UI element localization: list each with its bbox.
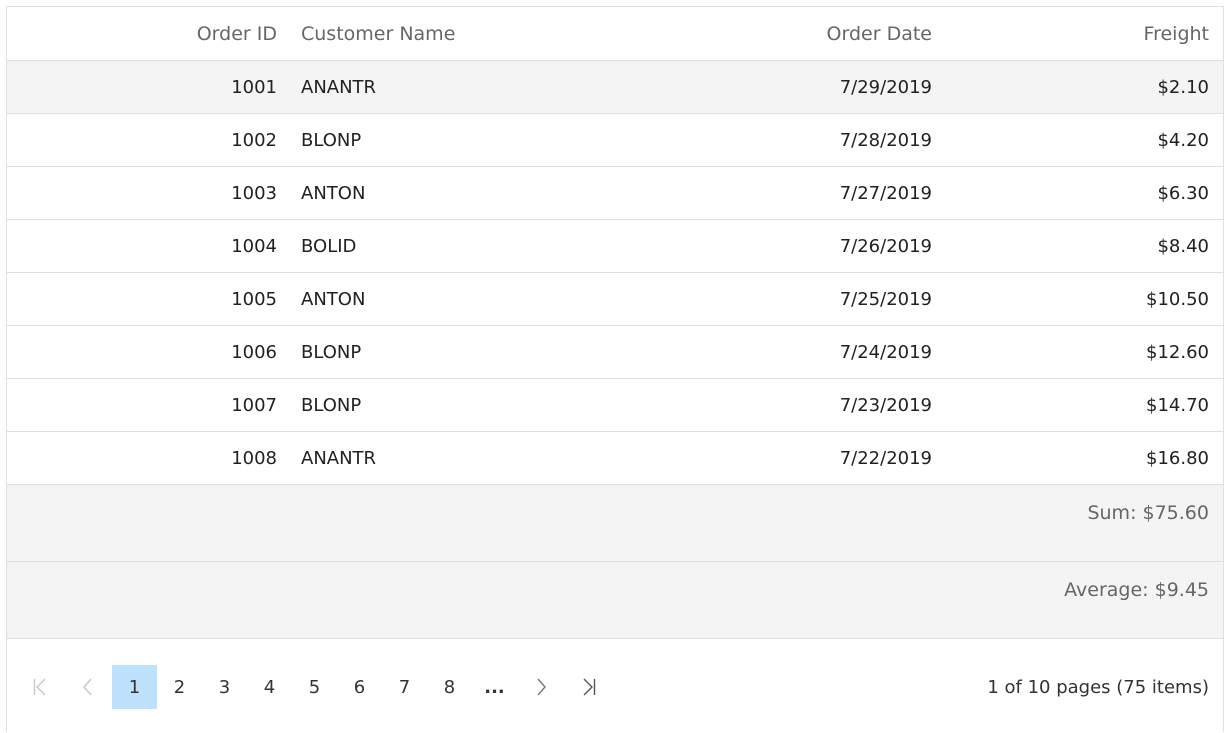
last-page-button[interactable] bbox=[578, 665, 600, 709]
customer-name-cell: ANTON bbox=[301, 182, 366, 204]
order-date-cell: 7/25/2019 bbox=[839, 288, 932, 310]
customer-name-cell: ANANTR bbox=[301, 447, 377, 469]
first-page-button[interactable] bbox=[29, 665, 51, 709]
aggregate-row-sum: Sum: $75.60 bbox=[7, 485, 1223, 562]
order-id-cell: 1007 bbox=[231, 394, 277, 416]
customer-name-cell: ANANTR bbox=[301, 76, 377, 98]
customer-name-cell: BLONP bbox=[301, 341, 362, 363]
data-grid: Order ID Customer Name Order Date Freigh… bbox=[6, 6, 1224, 732]
pager-info-text: 1 of 10 pages (75 items) bbox=[987, 676, 1209, 698]
order-date-cell: 7/24/2019 bbox=[839, 341, 932, 363]
column-header-freight[interactable]: Freight bbox=[947, 7, 1209, 60]
order-id-cell: 1001 bbox=[231, 76, 277, 98]
table-row[interactable]: 1007 BLONP 7/23/2019 $14.70 bbox=[7, 379, 1223, 432]
page-button-2[interactable]: 2 bbox=[157, 665, 202, 709]
freight-cell: $4.20 bbox=[1157, 129, 1209, 151]
table-row[interactable]: 1004 BOLID 7/26/2019 $8.40 bbox=[7, 220, 1223, 273]
aggregate-row-average: Average: $9.45 bbox=[7, 562, 1223, 639]
order-date-cell: 7/23/2019 bbox=[839, 394, 932, 416]
table-row[interactable]: 1008 ANANTR 7/22/2019 $16.80 bbox=[7, 432, 1223, 485]
table-row[interactable]: 1001 ANANTR 7/29/2019 $2.10 bbox=[7, 61, 1223, 114]
grid-header-row: Order ID Customer Name Order Date Freigh… bbox=[7, 7, 1223, 61]
previous-page-button[interactable] bbox=[77, 665, 99, 709]
column-header-customer-name[interactable]: Customer Name bbox=[301, 7, 601, 60]
page-button-5[interactable]: 5 bbox=[292, 665, 337, 709]
freight-cell: $12.60 bbox=[1146, 341, 1209, 363]
column-header-order-id[interactable]: Order ID bbox=[7, 7, 277, 60]
freight-cell: $2.10 bbox=[1157, 76, 1209, 98]
page-button-8[interactable]: 8 bbox=[427, 665, 472, 709]
table-row[interactable]: 1002 BLONP 7/28/2019 $4.20 bbox=[7, 114, 1223, 167]
order-date-cell: 7/28/2019 bbox=[839, 129, 932, 151]
page-button-7[interactable]: 7 bbox=[382, 665, 427, 709]
page-button-3[interactable]: 3 bbox=[202, 665, 247, 709]
order-date-cell: 7/26/2019 bbox=[839, 235, 932, 257]
page-button-1[interactable]: 1 bbox=[112, 665, 157, 709]
order-date-cell: 7/29/2019 bbox=[839, 76, 932, 98]
more-pages-button[interactable]: ... bbox=[472, 665, 517, 709]
freight-cell: $16.80 bbox=[1146, 447, 1209, 469]
order-id-cell: 1002 bbox=[231, 129, 277, 151]
page-button-4[interactable]: 4 bbox=[247, 665, 292, 709]
freight-cell: $6.30 bbox=[1157, 182, 1209, 204]
order-id-cell: 1004 bbox=[231, 235, 277, 257]
order-date-cell: 7/27/2019 bbox=[839, 182, 932, 204]
customer-name-cell: BLONP bbox=[301, 394, 362, 416]
freight-cell: $14.70 bbox=[1146, 394, 1209, 416]
table-row[interactable]: 1005 ANTON 7/25/2019 $10.50 bbox=[7, 273, 1223, 326]
pager: 1 2 3 4 5 6 7 8 ... 1 of 10 pages (75 it… bbox=[7, 639, 1223, 733]
order-id-cell: 1005 bbox=[231, 288, 277, 310]
order-id-cell: 1006 bbox=[231, 341, 277, 363]
table-row[interactable]: 1003 ANTON 7/27/2019 $6.30 bbox=[7, 167, 1223, 220]
freight-cell: $10.50 bbox=[1146, 288, 1209, 310]
customer-name-cell: BOLID bbox=[301, 235, 357, 257]
next-page-icon bbox=[535, 678, 547, 696]
page-button-6[interactable]: 6 bbox=[337, 665, 382, 709]
customer-name-cell: ANTON bbox=[301, 288, 366, 310]
last-page-icon bbox=[582, 678, 596, 696]
table-row[interactable]: 1006 BLONP 7/24/2019 $12.60 bbox=[7, 326, 1223, 379]
freight-cell: $8.40 bbox=[1157, 235, 1209, 257]
next-page-button[interactable] bbox=[530, 665, 552, 709]
previous-page-icon bbox=[82, 678, 94, 696]
customer-name-cell: BLONP bbox=[301, 129, 362, 151]
order-date-cell: 7/22/2019 bbox=[839, 447, 932, 469]
first-page-icon bbox=[33, 678, 47, 696]
column-header-order-date[interactable]: Order Date bbox=[607, 7, 932, 60]
order-id-cell: 1003 bbox=[231, 182, 277, 204]
order-id-cell: 1008 bbox=[231, 447, 277, 469]
